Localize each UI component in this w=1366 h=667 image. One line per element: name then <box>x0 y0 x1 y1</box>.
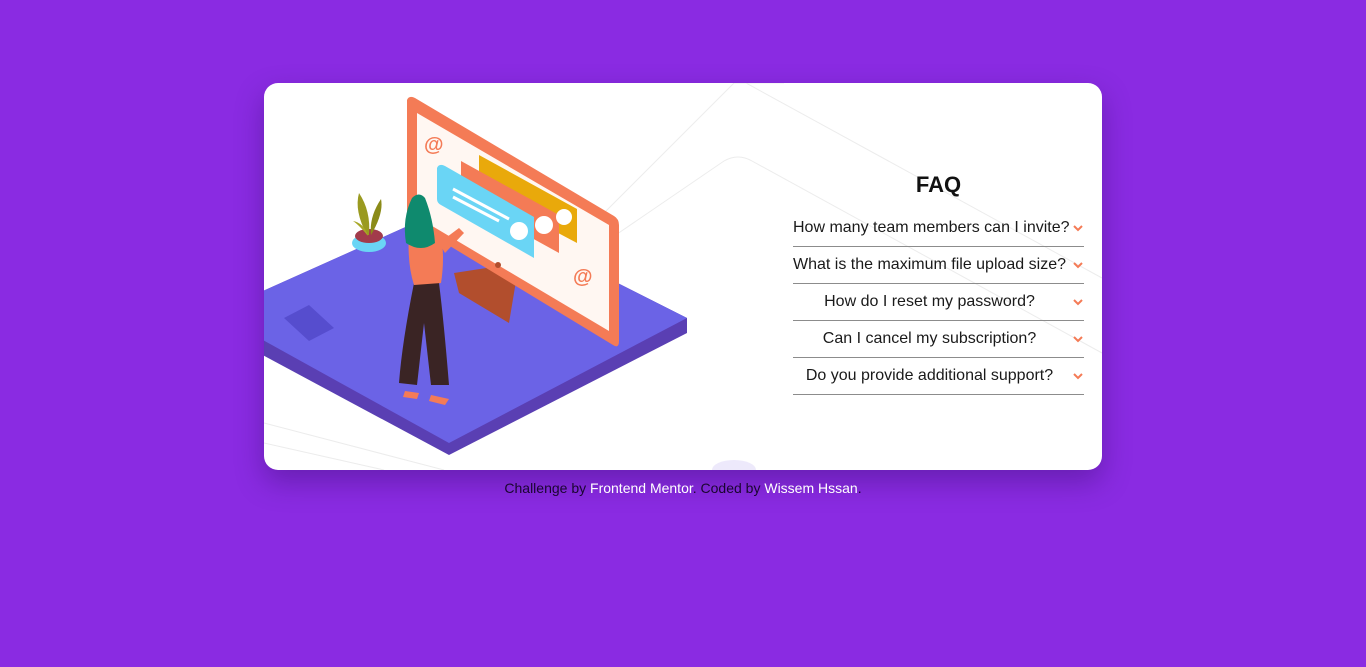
faq-question[interactable]: Can I cancel my subscription? <box>793 321 1066 357</box>
faq-item[interactable]: How many team members can I invite? <box>793 210 1084 247</box>
footer-suffix: . <box>857 480 862 496</box>
author-link[interactable]: Wissem Hssan <box>764 480 857 496</box>
faq-card: @ @ FAQ How many team members can I invi… <box>264 83 1102 470</box>
woman-online-illustration: @ @ <box>264 96 687 455</box>
faq-item[interactable]: Can I cancel my subscription? <box>793 321 1084 358</box>
faq-question[interactable]: How do I reset my password? <box>793 284 1066 320</box>
faq-question[interactable]: Do you provide additional support? <box>793 358 1066 394</box>
faq-section: FAQ How many team members can I invite? … <box>793 171 1084 395</box>
chevron-down-icon[interactable] <box>1072 370 1084 382</box>
chevron-down-icon[interactable] <box>1072 222 1084 234</box>
svg-text:@: @ <box>573 266 593 288</box>
svg-text:@: @ <box>424 134 444 156</box>
chevron-down-icon[interactable] <box>1072 333 1084 345</box>
faq-item[interactable]: Do you provide additional support? <box>793 358 1084 395</box>
footer-middle: . Coded by <box>692 480 761 496</box>
footer-prefix: Challenge by <box>504 480 587 496</box>
frontend-mentor-link[interactable]: Frontend Mentor <box>590 480 693 496</box>
faq-item[interactable]: What is the maximum file upload size? <box>793 247 1084 284</box>
faq-title: FAQ <box>915 172 962 197</box>
faq-question[interactable]: What is the maximum file upload size? <box>793 247 1066 283</box>
faq-question[interactable]: How many team members can I invite? <box>793 210 1070 246</box>
faq-item[interactable]: How do I reset my password? <box>793 284 1084 321</box>
attribution-footer: Challenge by Frontend Mentor. Coded by W… <box>0 480 1366 496</box>
chevron-down-icon[interactable] <box>1072 259 1084 271</box>
chevron-down-icon[interactable] <box>1072 296 1084 308</box>
